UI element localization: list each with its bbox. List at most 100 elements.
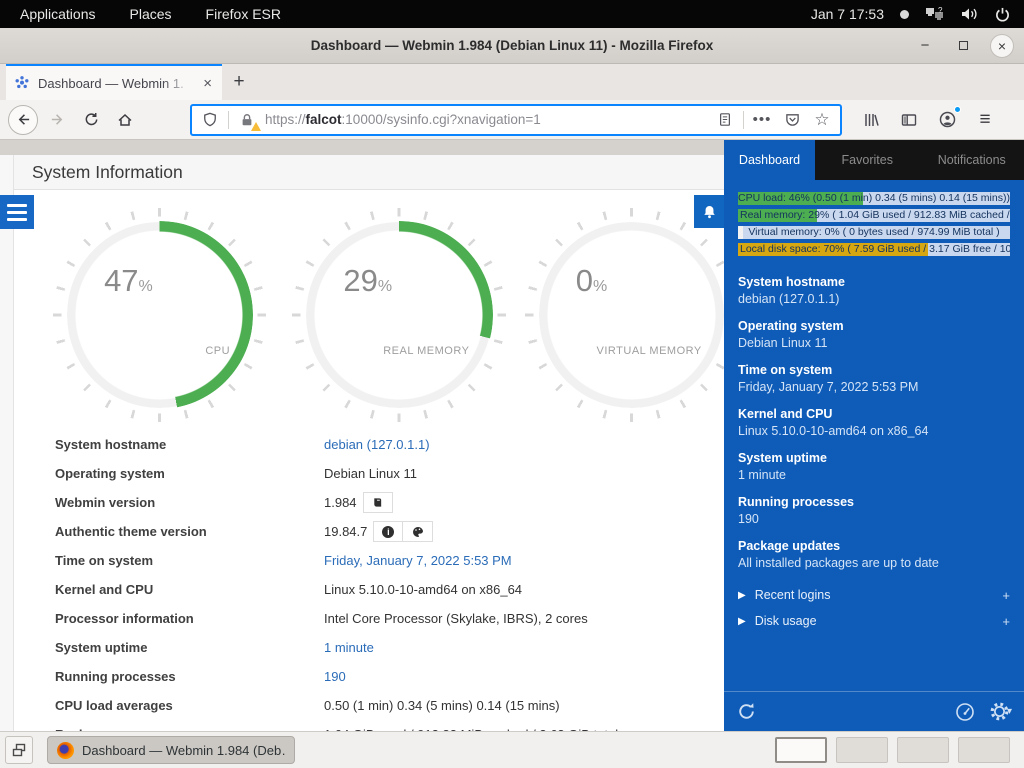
time-link[interactable]: Friday, January 7, 2022 5:53 PM: [324, 553, 512, 568]
account-notification-dot: [954, 106, 961, 113]
disk-usage-section[interactable]: ▶ Disk usage +: [738, 608, 1010, 634]
expand-plus-icon[interactable]: +: [1002, 588, 1010, 603]
recent-logins-section[interactable]: ▶ Recent logins +: [738, 582, 1010, 608]
divider: [228, 111, 229, 129]
webmin-favicon-icon: [14, 75, 30, 91]
show-desktop-button[interactable]: [5, 736, 33, 764]
gauge-label: REAL MEMORY: [383, 345, 469, 357]
maximize-button[interactable]: [952, 35, 974, 57]
virtual-memory-meter: Virtual memory: 0% ( 0 bytes used / 974.…: [738, 226, 1010, 239]
tab-title: Dashboard — Webmin 1.: [38, 76, 193, 91]
table-row: Webmin version 1.984: [14, 488, 724, 517]
chevron-down-icon: ▾: [1007, 706, 1012, 717]
expand-plus-icon[interactable]: +: [1002, 614, 1010, 629]
real-memory-gauge: 29% REAL MEMORY: [306, 222, 491, 408]
workspace-switcher: [775, 737, 1010, 763]
system-monitor-button[interactable]: [955, 702, 975, 722]
list-item: Kernel and CPU Linux 5.10.0-10-amd64 on …: [738, 406, 1010, 439]
theme-info-button[interactable]: i: [373, 521, 403, 542]
library-icon[interactable]: [856, 105, 886, 135]
home-button[interactable]: [110, 105, 140, 135]
webmin-page: System Information 47% CPU: [0, 140, 724, 731]
hostname-link[interactable]: debian (127.0.1.1): [324, 437, 430, 452]
workspace-3[interactable]: [897, 737, 949, 763]
reload-button[interactable]: [76, 105, 106, 135]
gauge-arc: [305, 221, 492, 409]
workspace-2[interactable]: [836, 737, 888, 763]
window-titlebar[interactable]: Dashboard — Webmin 1.984 (Debian Linux 1…: [0, 28, 1024, 64]
bookmark-star-icon[interactable]: ☆: [810, 108, 834, 132]
tracking-protection-shield-icon[interactable]: [198, 108, 222, 132]
page-top-margin: [0, 140, 724, 155]
pocket-icon[interactable]: [780, 108, 804, 132]
tab-close-icon[interactable]: ×: [201, 75, 214, 92]
svg-text:?: ?: [938, 7, 943, 15]
gauge-label: VIRTUAL MEMORY: [597, 345, 702, 357]
app-menu-icon[interactable]: ≡: [970, 105, 1000, 135]
gauge-arc: [66, 221, 253, 409]
insecure-lock-icon[interactable]: [235, 108, 259, 132]
changelog-button[interactable]: [363, 492, 393, 513]
refresh-icon: [736, 701, 757, 722]
minimize-button[interactable]: −: [914, 35, 936, 57]
book-icon: [372, 497, 383, 508]
cpu-gauge: 47% CPU: [67, 222, 252, 408]
warning-triangle-icon: [251, 122, 261, 131]
gnome-top-bar: Applications Places Firefox ESR Jan 7 17…: [0, 0, 1024, 28]
places-menu[interactable]: Places: [130, 6, 172, 22]
tab-dashboard[interactable]: Dashboard: [724, 140, 815, 180]
sidebar-info-list: System hostname debian (127.0.1.1) Opera…: [724, 266, 1024, 691]
processes-link[interactable]: 190: [324, 669, 346, 684]
reader-view-icon[interactable]: [713, 108, 737, 132]
url-text[interactable]: https://falcot:10000/sysinfo.cgi?xnaviga…: [265, 112, 707, 127]
active-app-menu[interactable]: Firefox ESR: [206, 6, 281, 22]
tab-notifications[interactable]: Notifications: [920, 140, 1024, 180]
table-row: Kernel and CPU Linux 5.10.0-10-amd64 on …: [14, 575, 724, 604]
account-icon[interactable]: [932, 105, 962, 135]
browser-tab[interactable]: Dashboard — Webmin 1. ×: [6, 64, 222, 100]
volume-icon[interactable]: [961, 7, 979, 21]
uptime-link[interactable]: 1 minute: [324, 640, 374, 655]
divider: [743, 111, 744, 129]
theme-palette-button[interactable]: [403, 521, 433, 542]
status-dot-icon: [900, 10, 909, 19]
table-row: System hostname debian (127.0.1.1): [14, 430, 724, 459]
applications-menu[interactable]: Applications: [20, 6, 96, 22]
navigation-toolbar: https://falcot:10000/sysinfo.cgi?xnaviga…: [0, 100, 1024, 140]
firefox-icon: [57, 742, 74, 759]
speedometer-icon: [955, 702, 975, 722]
table-row: Processor information Intel Core Process…: [14, 604, 724, 633]
workspace-4[interactable]: [958, 737, 1010, 763]
gauge-label: CPU: [205, 345, 230, 357]
settings-button[interactable]: ▾: [989, 701, 1012, 722]
list-item: Running processes 190: [738, 494, 1010, 527]
webmin-sidebar: Dashboard Favorites Notifications CPU lo…: [724, 140, 1024, 731]
real-memory-meter: Real memory: 29% ( 1.04 GiB used / 912.8…: [738, 209, 1010, 222]
url-bar[interactable]: https://falcot:10000/sysinfo.cgi?xnaviga…: [190, 104, 842, 136]
list-item: System hostname debian (127.0.1.1): [738, 274, 1010, 307]
table-row: Real memory 1.04 GiB used / 912.83 MiB c…: [14, 720, 724, 731]
taskbar-window-button[interactable]: Dashboard — Webmin 1.984 (Deb…: [47, 736, 295, 764]
tab-favorites[interactable]: Favorites: [815, 140, 920, 180]
gauge-value: 47%: [104, 263, 153, 299]
windows-icon: [12, 743, 26, 757]
back-button[interactable]: [8, 105, 38, 135]
network-icon[interactable]: ?: [925, 7, 945, 21]
refresh-button[interactable]: [736, 701, 757, 722]
power-icon[interactable]: [995, 7, 1010, 22]
window-title: Dashboard — Webmin 1.984 (Debian Linux 1…: [0, 38, 1024, 53]
forward-button[interactable]: [42, 105, 72, 135]
bottom-taskbar: Dashboard — Webmin 1.984 (Deb…: [0, 731, 1024, 768]
workspace-1[interactable]: [775, 737, 827, 763]
caret-right-icon: ▶: [738, 590, 746, 601]
info-icon: i: [382, 526, 394, 538]
clock[interactable]: Jan 7 17:53: [811, 6, 884, 22]
list-item: Operating system Debian Linux 11: [738, 318, 1010, 351]
new-tab-button[interactable]: +: [222, 64, 256, 100]
gauge-arc: [538, 221, 724, 409]
sidebars-icon[interactable]: [894, 105, 924, 135]
close-button[interactable]: ×: [990, 34, 1014, 58]
page-title: System Information: [14, 155, 724, 190]
page-actions-icon[interactable]: •••: [750, 108, 774, 132]
palette-icon: [412, 526, 424, 538]
